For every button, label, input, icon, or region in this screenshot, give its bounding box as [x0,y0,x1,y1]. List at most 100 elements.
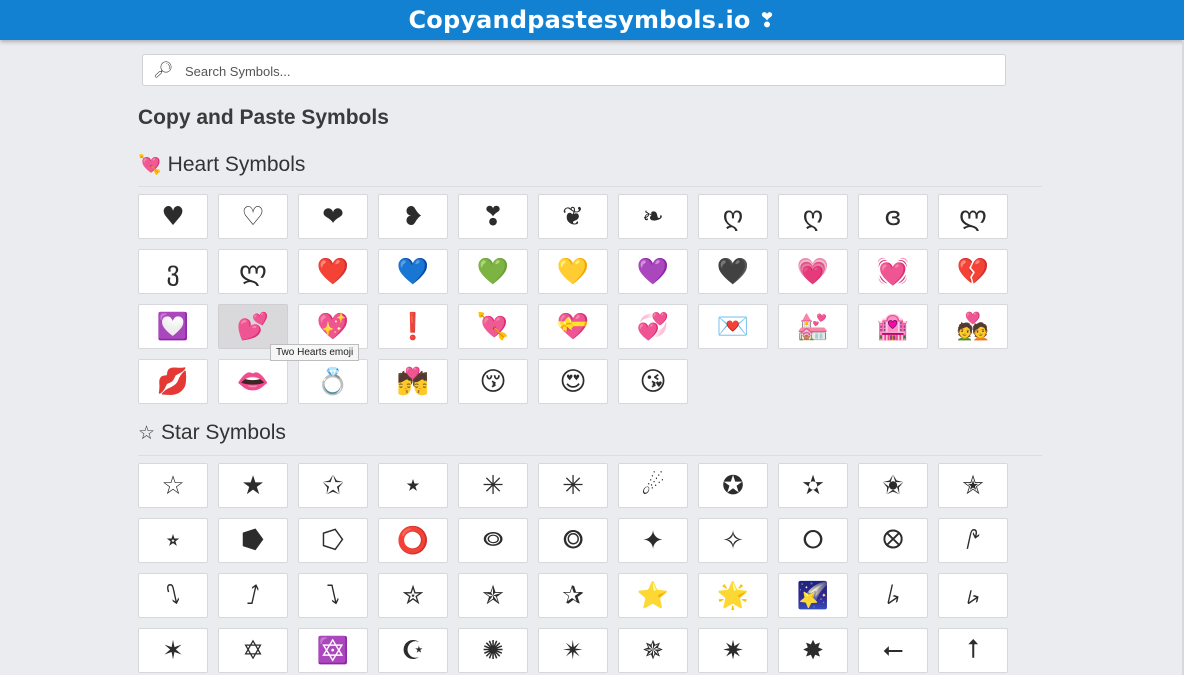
symbol-button[interactable]: ❣ [458,194,528,239]
star-symbol-grid: ☆ ★ ✩ ⭑ ✳ ✳ ☄ ✪ ✫ ✬ ✭ ⭒ ⭓ ⭔ ⭕ ⭖ ⭗ ✦ ✧ ⭘ ⭙ ⭚ ⭛ ⭜ ⭝ ✮ ✯ ✰ ⭐ 🌟 🌠 ⭞ ⭟ ✶ ✡ 🔯 ☪ ✺ ✴ ✵… [138,463,1018,673]
symbol-button[interactable]: 🖤 [698,249,768,294]
symbol-button[interactable]: ✷ [698,628,768,673]
symbol-button[interactable]: ❥ [378,194,448,239]
star-section-heading: ☆ Star Symbols [138,421,286,445]
symbol-button[interactable]: 💛 [538,249,608,294]
star-outline-icon: ☆ [138,422,156,444]
symbol-button[interactable]: 💍 [298,359,368,404]
symbol-button[interactable]: ★ [218,463,288,508]
symbol-button[interactable]: ⭓ [218,518,288,563]
symbol-button[interactable]: ვ [138,249,208,294]
symbol-button[interactable]: ✪ [698,463,768,508]
symbol-button[interactable]: ✶ [138,628,208,673]
star-section-title: Star Symbols [161,421,286,444]
symbol-button[interactable]: ♥ [138,194,208,239]
symbol-button[interactable]: 😘 [618,359,688,404]
heart-symbol-grid: ♥ ♡ ❤ ❥ ❣ ❦ ❧ ღ ღ ɞ ლ ვ ლ ❤️ 💙 💚 💛 💜 🖤 💗 💓 💔 💟 💕 💖 ❗ 💘 💝 💞 💌 💒 🏩 💑 💋 👄 💍 💏 😚 😍… [138,194,1018,404]
symbol-button[interactable]: ✸ [778,628,848,673]
symbol-button[interactable]: 😍 [538,359,608,404]
symbol-button[interactable]: ☪ [378,628,448,673]
symbol-button[interactable]: ✰ [538,573,608,618]
symbol-button[interactable]: ⭐ [618,573,688,618]
symbol-button[interactable]: 💙 [378,249,448,294]
symbol-button[interactable]: ლ [938,194,1008,239]
symbol-button[interactable]: 🔯 [298,628,368,673]
site-header[interactable]: Copyandpastesymbols.io ❣ [0,0,1184,40]
symbol-button[interactable]: 😚 [458,359,528,404]
symbol-button[interactable]: ✵ [618,628,688,673]
symbol-button[interactable]: ⭡ [938,628,1008,673]
symbol-button[interactable]: 💕 [218,304,288,349]
symbol-button[interactable]: ⭘ [778,518,848,563]
symbol-button[interactable]: ✳ [458,463,528,508]
symbol-button[interactable]: ✮ [378,573,448,618]
search-input[interactable] [183,55,987,87]
symbol-button[interactable]: 💒 [778,304,848,349]
symbol-button[interactable]: ❧ [618,194,688,239]
symbol-button[interactable]: ⭗ [538,518,608,563]
symbol-button[interactable]: ⭔ [298,518,368,563]
symbol-button[interactable]: 💑 [938,304,1008,349]
symbol-button[interactable]: ✧ [698,518,768,563]
symbol-button[interactable]: ❤ [298,194,368,239]
symbol-button[interactable]: ⭙ [858,518,928,563]
symbol-button[interactable]: ❤️ [298,249,368,294]
heart-arrow-icon: 💘 [138,155,162,176]
symbol-button[interactable]: ♡ [218,194,288,239]
symbol-button[interactable]: 💖 [298,304,368,349]
divider [138,186,1042,187]
symbol-button[interactable]: ღ [778,194,848,239]
symbol-button[interactable]: ✦ [618,518,688,563]
symbol-button[interactable]: 💋 [138,359,208,404]
heart-section-title: Heart Symbols [167,153,306,176]
site-title[interactable]: Copyandpastesymbols.io [408,6,750,34]
symbol-button[interactable]: 💟 [138,304,208,349]
symbol-button[interactable]: 💏 [378,359,448,404]
symbol-button[interactable]: ⭞ [858,573,928,618]
symbol-button[interactable]: 💌 [698,304,768,349]
symbol-button[interactable]: 💚 [458,249,528,294]
symbol-button[interactable]: 💞 [618,304,688,349]
heart-exclamation-icon: ❣ [758,8,776,32]
symbol-button[interactable]: 💔 [938,249,1008,294]
symbol-button[interactable]: ✬ [858,463,928,508]
divider [138,455,1042,456]
page-title: Copy and Paste Symbols [138,106,389,129]
symbol-button[interactable]: ⭖ [458,518,528,563]
symbol-button[interactable]: ⭜ [218,573,288,618]
symbol-button[interactable]: ლ [218,249,288,294]
symbol-button[interactable]: ⭑ [378,463,448,508]
symbol-button[interactable]: 💜 [618,249,688,294]
symbol-button[interactable]: ɞ [858,194,928,239]
symbol-button[interactable]: 🌟 [698,573,768,618]
symbol-button[interactable]: ✡ [218,628,288,673]
symbol-button[interactable]: ❗ [378,304,448,349]
symbol-button[interactable]: ✯ [458,573,528,618]
symbol-button[interactable]: ⭛ [138,573,208,618]
search-box[interactable]: 🔍︎ [142,54,1006,87]
tooltip: Two Hearts emoji [270,344,360,361]
symbol-button[interactable]: ✫ [778,463,848,508]
symbol-button[interactable]: ✴ [538,628,608,673]
symbol-button[interactable]: ✺ [458,628,528,673]
symbol-button[interactable]: ⭟ [938,573,1008,618]
symbol-button[interactable]: 👄 [218,359,288,404]
symbol-button[interactable]: ⭕ [378,518,448,563]
symbol-button[interactable]: ✭ [938,463,1008,508]
symbol-button[interactable]: ⭒ [138,518,208,563]
symbol-button[interactable]: ☆ [138,463,208,508]
symbol-button[interactable]: ⭚ [938,518,1008,563]
symbol-button[interactable]: ღ [698,194,768,239]
symbol-button[interactable]: ❦ [538,194,608,239]
symbol-button[interactable]: ⭝ [298,573,368,618]
symbol-button[interactable]: 🌠 [778,573,848,618]
symbol-button[interactable]: 💗 [778,249,848,294]
symbol-button[interactable]: ✳ [538,463,608,508]
symbol-button[interactable]: ☄ [618,463,688,508]
symbol-button[interactable]: ✩ [298,463,368,508]
symbol-button[interactable]: 💓 [858,249,928,294]
symbol-button[interactable]: 💝 [538,304,608,349]
symbol-button[interactable]: 💘 [458,304,528,349]
symbol-button[interactable]: 🏩 [858,304,928,349]
symbol-button[interactable]: ⭠ [858,628,928,673]
